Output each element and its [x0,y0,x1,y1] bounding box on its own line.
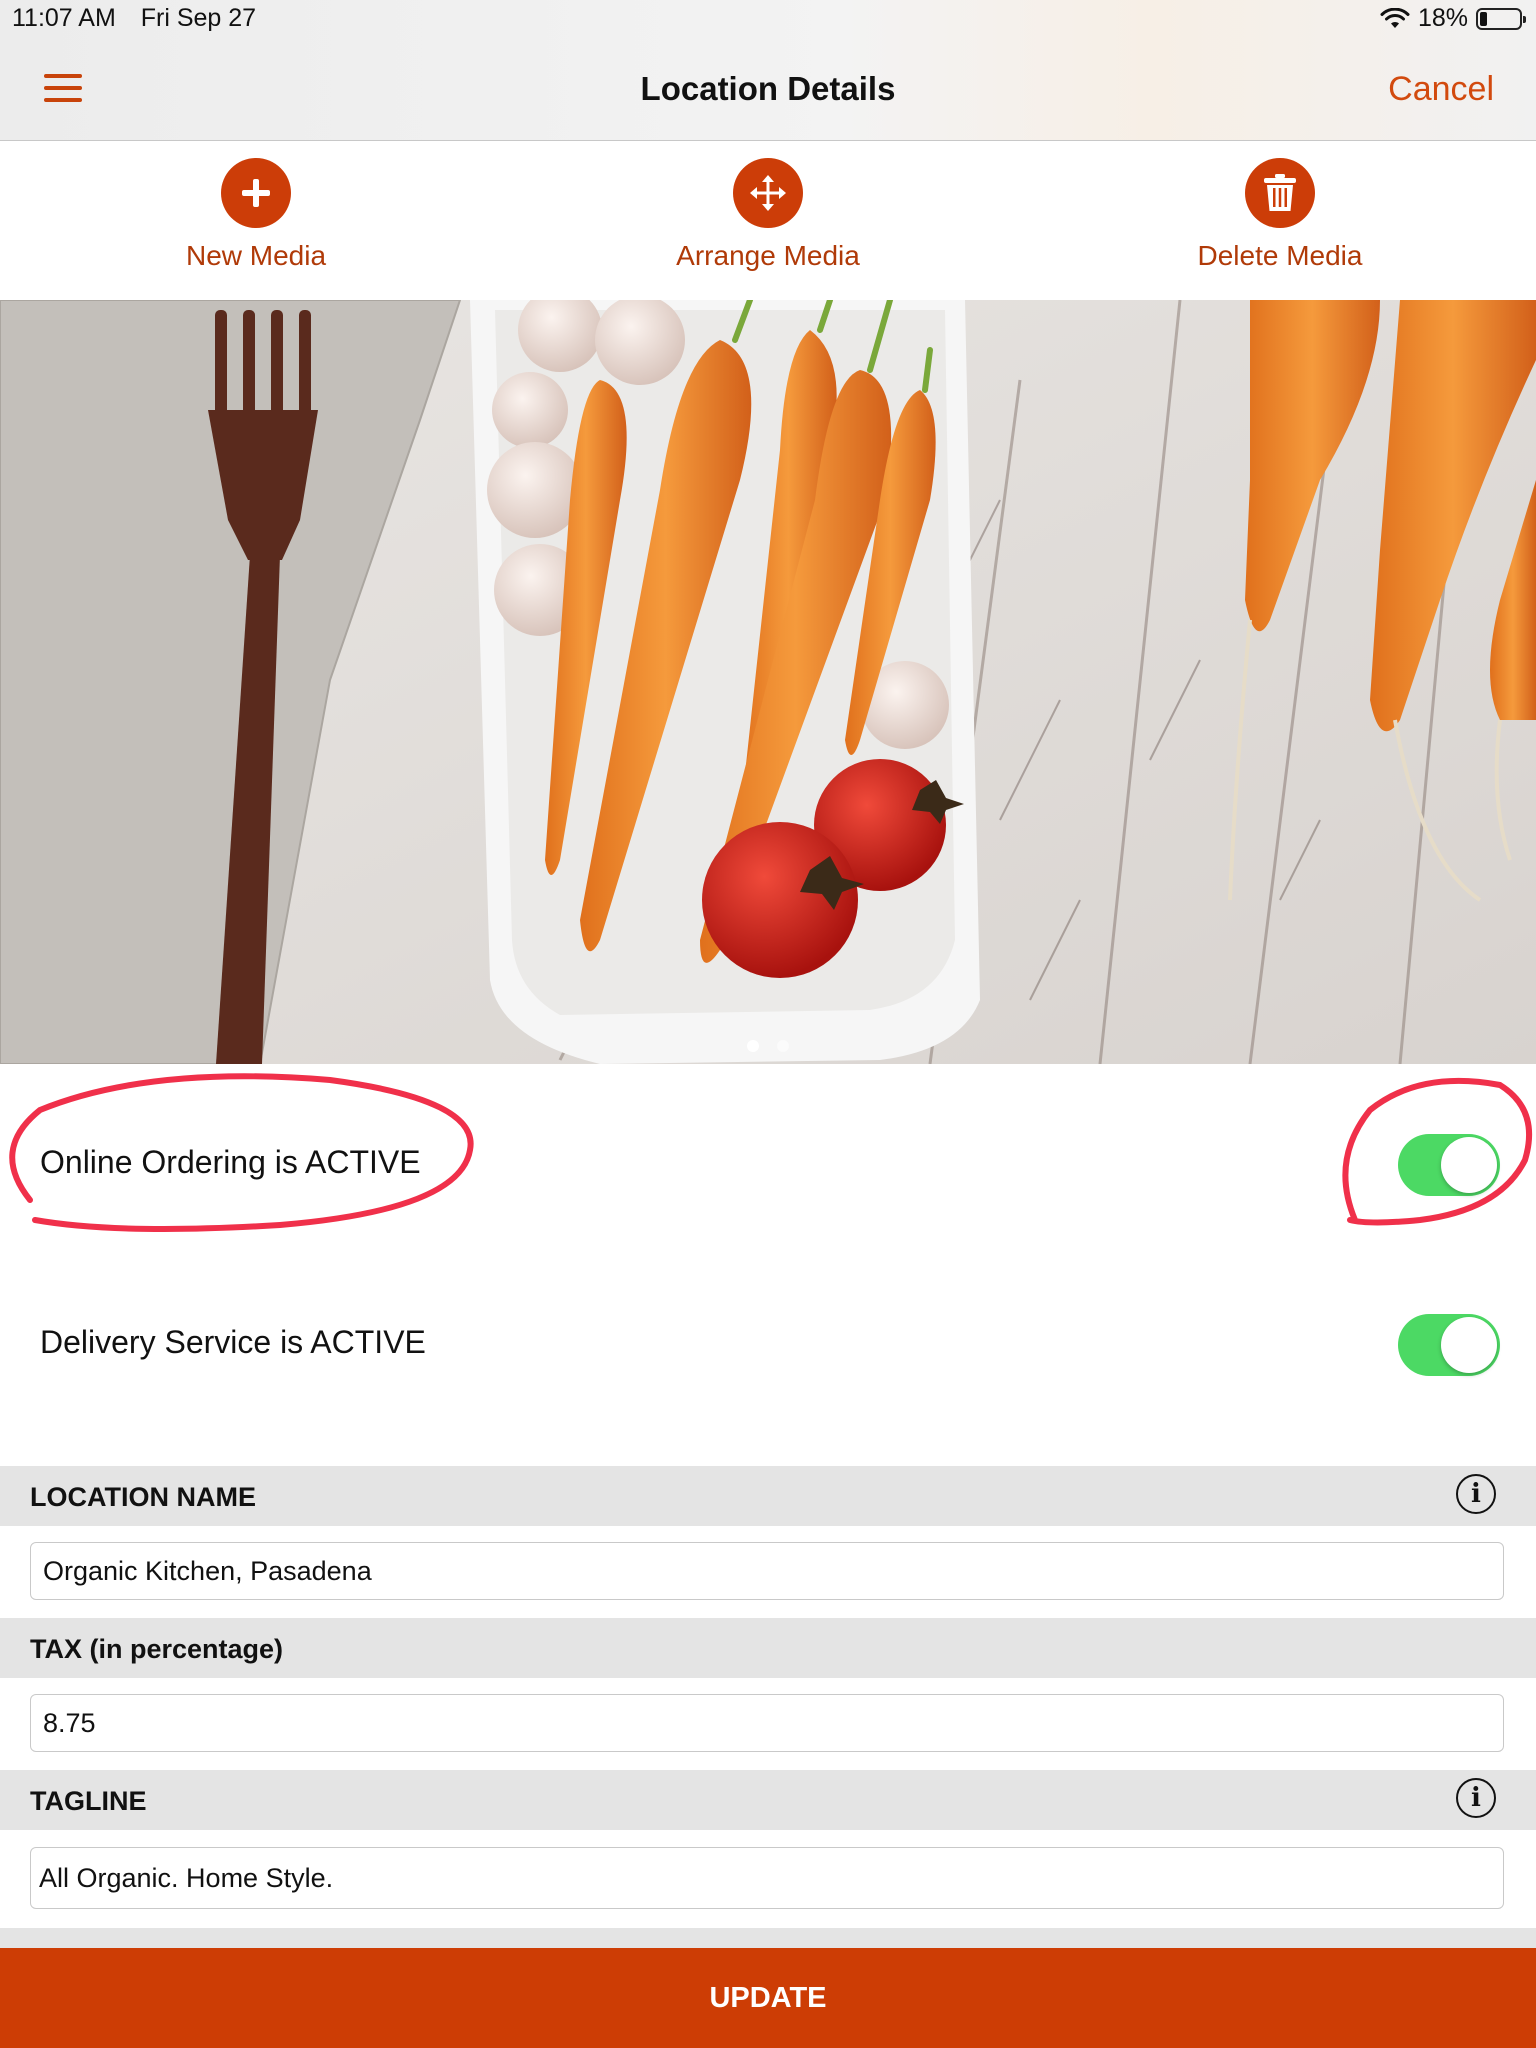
next-section-header [0,1928,1536,1948]
status-bar-right: 18% [1380,4,1526,33]
tagline-input[interactable] [31,1848,1503,1908]
toggle-knob [1441,1317,1497,1373]
tax-input[interactable] [31,1695,1503,1751]
plus-icon [221,158,291,228]
online-ordering-toggle[interactable] [1398,1134,1500,1196]
delivery-service-row: Delivery Service is ACTIVE [0,1284,1536,1404]
status-date: Fri Sep 27 [140,4,257,32]
new-media-label: New Media [185,240,327,271]
tagline-header: TAGLINE [30,1786,147,1816]
online-ordering-label: Online Ordering is ACTIVE [40,1144,421,1180]
carousel-dot[interactable] [747,1040,759,1052]
media-toolbar: New Media Arrange Media Delete Media [0,141,1536,300]
location-name-input[interactable] [31,1543,1503,1599]
tax-section-header: TAX (in percentage) [0,1618,1536,1678]
delete-media-label: Delete Media [1197,240,1363,271]
arrange-media-button[interactable]: Arrange Media [512,141,1024,300]
delivery-service-toggle[interactable] [1398,1314,1500,1376]
location-name-section-header: LOCATION NAME i [0,1466,1536,1526]
battery-percent: 18% [1417,4,1468,32]
cancel-button[interactable]: Cancel [1388,70,1494,109]
delete-media-button[interactable]: Delete Media [1024,141,1536,300]
food-photo [0,300,1536,1064]
location-name-field[interactable] [30,1542,1504,1600]
delivery-service-label: Delivery Service is ACTIVE [40,1324,426,1360]
battery-fill [1480,11,1487,26]
status-time: 11:07 AM [12,4,116,32]
navigation-bar: 11:07 AM Fri Sep 27 18% Location Details… [0,0,1536,141]
info-icon[interactable]: i [1456,1474,1496,1514]
new-media-button[interactable]: New Media [0,141,512,300]
arrange-media-label: Arrange Media [676,240,860,271]
location-name-header: LOCATION NAME [30,1482,256,1512]
wifi-icon [1380,7,1410,28]
page-title: Location Details [640,70,896,107]
media-carousel[interactable] [0,300,1536,1064]
tax-field[interactable] [30,1694,1504,1752]
tagline-section-header: TAGLINE i [0,1770,1536,1830]
tax-header: TAX (in percentage) [30,1634,284,1664]
toggle-knob [1441,1137,1497,1193]
move-arrows-icon [733,158,803,228]
hamburger-menu-icon[interactable] [44,74,82,102]
online-ordering-row: Online Ordering is ACTIVE [0,1104,1536,1224]
trash-icon [1245,158,1315,228]
status-bar-left: 11:07 AM Fri Sep 27 [12,4,274,33]
battery-icon [1476,7,1526,30]
carousel-page-indicator[interactable] [0,1040,1536,1052]
tagline-field[interactable] [30,1847,1504,1909]
carousel-dot[interactable] [777,1040,789,1052]
info-icon[interactable]: i [1456,1778,1496,1818]
update-button[interactable]: UPDATE [0,1948,1536,2048]
